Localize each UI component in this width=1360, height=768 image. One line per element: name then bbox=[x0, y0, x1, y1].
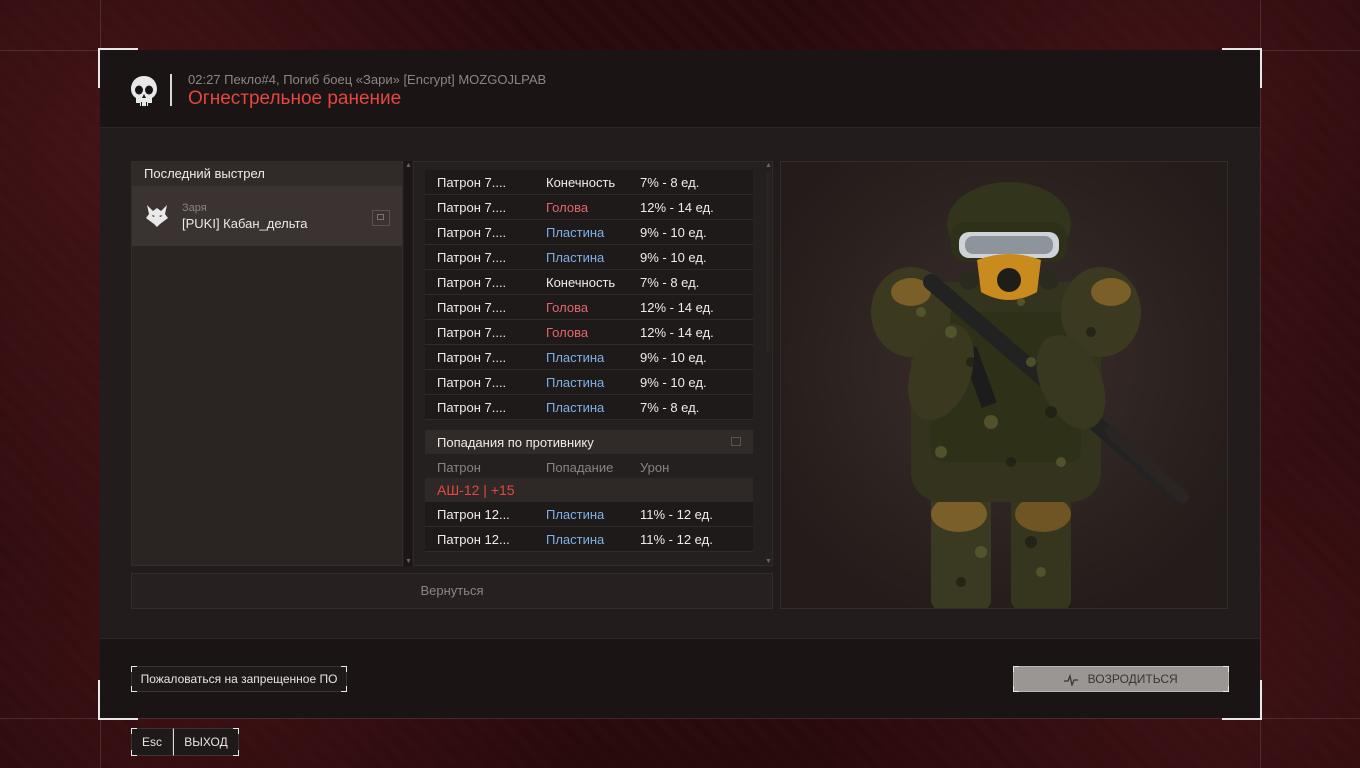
damage-row: Патрон 7.... Пластина 9% - 10 ед. bbox=[425, 220, 753, 245]
killer-card[interactable]: Заря [PUKI] Кабан_дельта bbox=[132, 186, 402, 246]
ammo-cell: Патрон 7.... bbox=[437, 175, 507, 190]
column-ammo: Патрон bbox=[437, 460, 481, 475]
hit-zone-cell: Голова bbox=[546, 325, 589, 340]
column-hit: Попадание bbox=[546, 460, 614, 475]
dialog-content: Последний выстрел Заря [PUKI] Кабан_дель… bbox=[100, 128, 1260, 638]
column-damage: Урон bbox=[640, 460, 670, 475]
hit-zone-cell: Пластина bbox=[546, 532, 605, 547]
ammo-cell: Патрон 12... bbox=[437, 532, 510, 547]
damage-row: Патрон 7.... Конечность 7% - 8 ед. bbox=[425, 170, 753, 195]
wolf-faction-icon bbox=[146, 205, 168, 227]
soldier-model-image bbox=[781, 162, 1227, 608]
scroll-down-icon[interactable]: ▼ bbox=[405, 558, 412, 565]
damage-cell: 12% - 14 ед. bbox=[640, 325, 714, 340]
damage-row: Патрон 7.... Голова 12% - 14 ед. bbox=[425, 295, 753, 320]
killer-character-preview bbox=[780, 161, 1228, 609]
damage-row: Патрон 7.... Пластина 9% - 10 ед. bbox=[425, 345, 753, 370]
exit-control[interactable]: Esc ВЫХОД bbox=[131, 728, 239, 756]
copy-icon[interactable] bbox=[731, 437, 741, 446]
damage-row: Патрон 7.... Голова 12% - 14 ед. bbox=[425, 320, 753, 345]
hit-zone-cell: Конечность bbox=[546, 175, 616, 190]
respawn-button[interactable]: ВОЗРОДИТЬСЯ bbox=[1013, 666, 1229, 692]
respawn-label: ВОЗРОДИТЬСЯ bbox=[1087, 672, 1178, 686]
left-scrollbar[interactable]: ▲ ▼ bbox=[404, 161, 412, 566]
hit-zone-cell: Голова bbox=[546, 200, 589, 215]
dialog-header: 02:27 Пекло#4, Погиб боец «Зари» [Encryp… bbox=[100, 50, 1260, 128]
damage-cell: 9% - 10 ед. bbox=[640, 250, 707, 265]
copy-icon[interactable] bbox=[372, 210, 390, 226]
scroll-up-icon[interactable]: ▲ bbox=[765, 162, 772, 169]
grid-line bbox=[1260, 0, 1261, 768]
hit-zone-cell: Пластина bbox=[546, 400, 605, 415]
damage-cell: 12% - 14 ед. bbox=[640, 300, 714, 315]
damage-row: Патрон 12... Пластина 11% - 12 ед. bbox=[425, 502, 753, 527]
death-dialog: 02:27 Пекло#4, Погиб боец «Зари» [Encryp… bbox=[98, 48, 1262, 720]
pulse-icon bbox=[1064, 673, 1079, 686]
hit-zone-cell: Пластина bbox=[546, 350, 605, 365]
esc-key-label: Esc bbox=[141, 735, 162, 749]
damage-cell: 7% - 8 ед. bbox=[640, 275, 700, 290]
ammo-cell: Патрон 7.... bbox=[437, 400, 507, 415]
esc-key-hint[interactable]: Esc bbox=[131, 728, 173, 756]
damage-cell: 9% - 10 ед. bbox=[640, 375, 707, 390]
ammo-cell: Патрон 7.... bbox=[437, 300, 507, 315]
damage-cell: 7% - 8 ед. bbox=[640, 400, 700, 415]
weapon-row: АШ-12 | +15 bbox=[425, 478, 753, 502]
exit-button[interactable]: ВЫХОД bbox=[173, 728, 239, 756]
ammo-cell: Патрон 7.... bbox=[437, 250, 507, 265]
hit-zone-cell: Голова bbox=[546, 300, 589, 315]
back-button[interactable]: Вернуться bbox=[131, 573, 773, 609]
last-shot-panel: Последний выстрел Заря [PUKI] Кабан_дель… bbox=[131, 161, 403, 566]
ammo-cell: Патрон 7.... bbox=[437, 350, 507, 365]
ammo-cell: Патрон 7.... bbox=[437, 200, 507, 215]
damage-cell: 9% - 10 ед. bbox=[640, 350, 707, 365]
damage-cell: 11% - 12 ед. bbox=[640, 532, 713, 547]
damage-cell: 7% - 8 ед. bbox=[640, 175, 700, 190]
death-cause-title: Огнестрельное ранение bbox=[188, 88, 402, 109]
last-shot-title: Последний выстрел bbox=[132, 162, 402, 186]
weapon-name: АШ-12 | +15 bbox=[437, 482, 515, 498]
enemy-hits-title: Попадания по противнику bbox=[437, 435, 594, 450]
damage-row: Патрон 7.... Пластина 7% - 8 ед. bbox=[425, 395, 753, 420]
damage-log-panel: Патрон 7.... Конечность 7% - 8 ед. Патрон 7… bbox=[413, 161, 773, 566]
hit-zone-cell: Пластина bbox=[546, 250, 605, 265]
ammo-cell: Патрон 12... bbox=[437, 507, 510, 522]
enemy-hits-columns: Патрон Попадание Урон bbox=[425, 454, 753, 478]
killer-name: [PUKI] Кабан_дельта bbox=[182, 216, 308, 231]
report-cheater-button[interactable]: Пожаловаться на запрещенное ПО bbox=[131, 666, 347, 692]
damage-row: Патрон 7.... Пластина 9% - 10 ед. bbox=[425, 245, 753, 270]
damage-cell: 12% - 14 ед. bbox=[640, 200, 714, 215]
enemy-hits-list: Патрон 12... Пластина 11% - 12 ед. Патрон 1… bbox=[425, 502, 753, 552]
killer-faction: Заря bbox=[182, 202, 207, 214]
report-cheater-label: Пожаловаться на запрещенное ПО bbox=[140, 672, 338, 686]
damage-row: Патрон 7.... Голова 12% - 14 ед. bbox=[425, 195, 753, 220]
damage-log-list: Патрон 7.... Конечность 7% - 8 ед. Патрон 7… bbox=[425, 170, 753, 420]
damage-row: Патрон 12... Пластина 11% - 12 ед. bbox=[425, 527, 753, 552]
ammo-cell: Патрон 7.... bbox=[437, 375, 507, 390]
damage-cell: 9% - 10 ед. bbox=[640, 225, 707, 240]
ammo-cell: Патрон 7.... bbox=[437, 275, 507, 290]
skull-icon bbox=[131, 76, 157, 106]
death-info: 02:27 Пекло#4, Погиб боец «Зари» [Encryp… bbox=[188, 72, 547, 87]
ammo-cell: Патрон 7.... bbox=[437, 225, 507, 240]
scroll-thumb[interactable] bbox=[766, 173, 770, 353]
grid-line bbox=[0, 718, 1360, 719]
hit-zone-cell: Пластина bbox=[546, 375, 605, 390]
scroll-up-icon[interactable]: ▲ bbox=[405, 162, 412, 169]
header-divider bbox=[170, 74, 172, 106]
damage-row: Патрон 7.... Конечность 7% - 8 ед. bbox=[425, 270, 753, 295]
damage-cell: 11% - 12 ед. bbox=[640, 507, 713, 522]
exit-label: ВЫХОД bbox=[184, 735, 228, 749]
ammo-cell: Патрон 7.... bbox=[437, 325, 507, 340]
scroll-down-icon[interactable]: ▼ bbox=[765, 558, 772, 565]
right-scrollbar[interactable]: ▲ ▼ bbox=[764, 161, 772, 566]
hit-zone-cell: Пластина bbox=[546, 225, 605, 240]
hit-zone-cell: Пластина bbox=[546, 507, 605, 522]
enemy-hits-header: Попадания по противнику bbox=[425, 430, 753, 454]
hit-zone-cell: Конечность bbox=[546, 275, 616, 290]
dialog-footer: Пожаловаться на запрещенное ПО ВОЗРОДИТЬ… bbox=[100, 638, 1260, 718]
damage-row: Патрон 7.... Пластина 9% - 10 ед. bbox=[425, 370, 753, 395]
